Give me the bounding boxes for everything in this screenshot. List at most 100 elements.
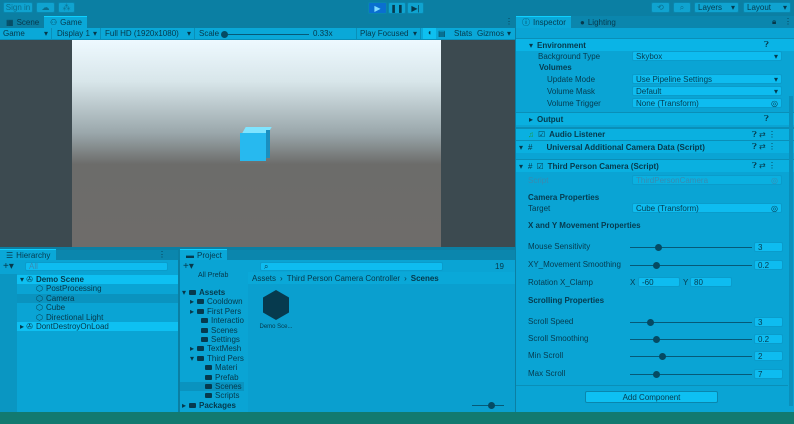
tab-lighting[interactable]: ● Lighting	[574, 16, 622, 28]
slider-value-input[interactable]: 7	[754, 369, 783, 379]
tree-item[interactable]: Materi	[180, 363, 244, 372]
lock-icon[interactable]: 🔒︎	[772, 17, 776, 27]
audio-listener-header[interactable]: ♫ ☑ Audio Listener ❓︎ ⇄ ⋮	[516, 127, 794, 140]
game-view[interactable]	[0, 40, 515, 247]
background-type-dropdown[interactable]: Skybox ▾	[632, 51, 782, 61]
add-component-button[interactable]: Add Component	[585, 391, 718, 403]
output-header[interactable]: ▸ Output ❓︎	[516, 112, 794, 125]
more-icon[interactable]: ⋮	[505, 17, 513, 26]
tab-game[interactable]: ⚇ Game	[44, 16, 87, 28]
slider-thumb[interactable]	[488, 402, 495, 409]
enable-checkbox[interactable]: ☑	[536, 162, 543, 171]
resolution-dropdown[interactable]: Full HD (1920x1080) ▾	[102, 28, 195, 39]
step-button[interactable]: ▶|	[407, 2, 424, 14]
update-mode-dropdown[interactable]: Use Pipeline Settings ▾	[632, 74, 782, 84]
hierarchy-item[interactable]: ⬡ PostProcessing	[17, 284, 178, 293]
breadcrumb-item[interactable]: Assets	[252, 274, 276, 283]
chevron-down-icon[interactable]: ▾	[507, 29, 511, 38]
enable-checkbox[interactable]: ☑	[538, 130, 545, 139]
slider-value-input[interactable]: 3	[754, 317, 783, 327]
asset-item[interactable]: Demo Sce...	[256, 290, 296, 330]
scale-slider-thumb[interactable]	[221, 31, 228, 38]
hierarchy-item[interactable]: ⬡ Directional Light	[17, 313, 178, 322]
lock-icon[interactable]: ⋮	[158, 250, 166, 259]
aspect-button[interactable]: ▤	[438, 29, 446, 38]
tab-project[interactable]: ▬ Project	[180, 249, 227, 260]
tree-item[interactable]: Scenes	[180, 326, 244, 335]
cloud-button[interactable]: ☁	[36, 2, 55, 13]
scale-slider[interactable]	[221, 31, 309, 38]
breadcrumb-item[interactable]: Scenes	[411, 274, 439, 283]
slider-thumb[interactable]	[655, 244, 663, 251]
hierarchy-item[interactable]: ▸ ✇ DontDestroyOnLoad	[17, 322, 178, 331]
play-button[interactable]: ▶	[368, 2, 387, 14]
pause-button[interactable]: ❚❚	[388, 2, 406, 14]
view-dropdown[interactable]: Game ▾	[0, 28, 52, 39]
tree-item[interactable]: All Prefab	[198, 272, 228, 279]
hidden-count-badge[interactable]: 19	[495, 262, 504, 271]
icon-size-slider[interactable]	[472, 402, 504, 409]
tree-item[interactable]: ▾ Assets	[180, 288, 244, 297]
tree-item[interactable]: Scenes	[180, 382, 244, 391]
slider-track[interactable]	[630, 244, 752, 251]
slider-track[interactable]	[630, 353, 752, 360]
add-button[interactable]: +▾	[3, 261, 14, 272]
more-icon[interactable]: ⋮	[784, 17, 792, 26]
slider-thumb[interactable]	[652, 262, 660, 269]
tpc-header[interactable]: ▾ # ☑ Third Person Camera (Script) ❓︎ ⇄ ⋮	[516, 159, 794, 172]
tab-hierarchy[interactable]: ☰ Hierarchy	[0, 249, 57, 260]
help-icon[interactable]: ❓︎ ⇄ ⋮	[752, 142, 776, 152]
volume-mask-dropdown[interactable]: Default ▾	[632, 86, 782, 96]
slider-value-input[interactable]: 0.2	[754, 334, 783, 344]
project-search[interactable]: ⌕	[260, 262, 443, 271]
hierarchy-item[interactable]: ⬡ Cube	[17, 303, 178, 312]
tree-item[interactable]: Settings	[180, 335, 244, 344]
slider-track[interactable]	[630, 336, 752, 343]
tree-item[interactable]: ▾ Third Pers	[180, 354, 244, 363]
rotation-y-input[interactable]: 80	[690, 277, 732, 287]
help-icon[interactable]: ❓︎	[764, 114, 769, 124]
help-icon[interactable]: ❓︎ ⇄ ⋮	[752, 130, 776, 140]
tree-item[interactable]: ▸ First Pers	[180, 307, 244, 316]
help-icon[interactable]: ❓︎	[764, 40, 769, 50]
slider-value-input[interactable]: 0.2	[754, 260, 783, 270]
slider-thumb[interactable]	[646, 319, 654, 326]
stats-button[interactable]: Stats	[454, 29, 472, 38]
tree-item[interactable]: Interactio	[180, 316, 244, 325]
tree-item[interactable]: ▸ Packages	[180, 401, 244, 410]
target-icon[interactable]: ◎	[771, 99, 778, 108]
inspector-scrollbar[interactable]	[789, 96, 793, 406]
target-field[interactable]: Cube (Transform) ◎	[632, 203, 782, 213]
slider-value-input[interactable]: 3	[754, 242, 783, 252]
history-button[interactable]: ⟲	[651, 2, 670, 13]
slider-thumb[interactable]	[652, 336, 660, 343]
gizmos-button[interactable]: Gizmos	[477, 29, 504, 38]
add-button[interactable]: +▾	[183, 261, 194, 272]
search-button[interactable]: ⌕	[673, 2, 691, 13]
hierarchy-item[interactable]: ⬡ Camera	[17, 293, 178, 303]
tree-item[interactable]: ▸ Cooldown	[180, 297, 244, 306]
environment-header[interactable]: ▾ Environment ❓︎	[516, 38, 794, 51]
tree-item[interactable]: Scripts	[180, 391, 244, 400]
tab-scene[interactable]: ▦ Scene	[0, 16, 45, 28]
uacd-header[interactable]: ▾ # Universal Additional Camera Data (Scri…	[516, 140, 794, 153]
collab-button[interactable]: ⁂	[58, 2, 75, 13]
display-dropdown[interactable]: Display 1 ▾	[54, 28, 101, 39]
breadcrumb-item[interactable]: Third Person Camera Controller	[287, 274, 400, 283]
hierarchy-search[interactable]: All	[25, 262, 168, 271]
tree-item[interactable]: ▸ TextMesh	[180, 344, 244, 353]
slider-thumb[interactable]	[652, 371, 660, 378]
slider-track[interactable]	[630, 319, 752, 326]
target-icon[interactable]: ◎	[771, 204, 778, 213]
play-mode-dropdown[interactable]: Play Focused ▾	[356, 28, 421, 39]
volume-trigger-field[interactable]: None (Transform) ◎	[632, 98, 782, 108]
slider-thumb[interactable]	[658, 353, 666, 360]
tab-inspector[interactable]: ⓘ Inspector	[516, 16, 571, 28]
mute-audio-button[interactable]: ◖	[423, 28, 436, 39]
tree-item[interactable]: Prefab	[180, 373, 244, 382]
layout-dropdown[interactable]: Layout ▾	[743, 2, 791, 13]
hierarchy-item[interactable]: ▾ ✇ Demo Scene	[17, 275, 178, 284]
layers-dropdown[interactable]: Layers ▾	[694, 2, 739, 13]
slider-track[interactable]	[630, 371, 752, 378]
help-icon[interactable]: ❓︎ ⇄ ⋮	[752, 161, 776, 171]
